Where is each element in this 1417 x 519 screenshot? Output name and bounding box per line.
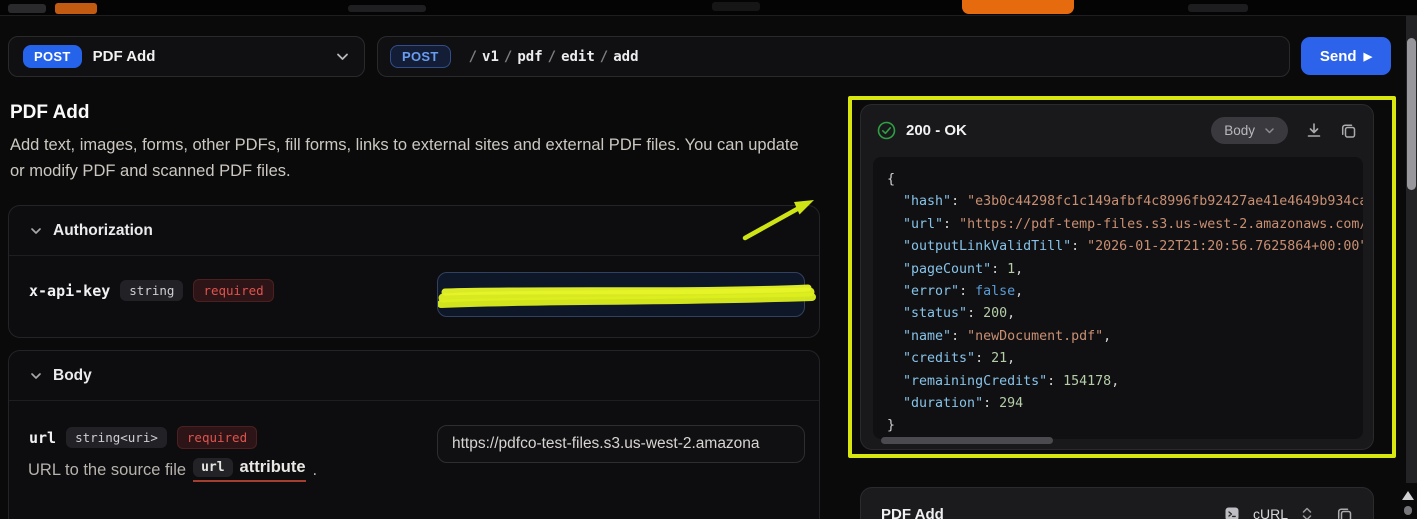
apikey-param-row: x-api-key string required bbox=[29, 279, 274, 302]
app-viewport: POST PDF Add POST / v1/pdf / edit / add Send … bbox=[0, 0, 1417, 519]
body-title: Body bbox=[53, 366, 92, 384]
endpoint-dropdown-label: PDF Add bbox=[92, 48, 156, 65]
response-view-select[interactable]: Body bbox=[1211, 116, 1288, 144]
select-updown-icon[interactable] bbox=[1301, 506, 1313, 519]
description-bold-text: attribute bbox=[239, 458, 306, 476]
copy-icon[interactable] bbox=[1340, 122, 1357, 139]
topbar-nav-fragment bbox=[348, 5, 426, 12]
method-badge: POST bbox=[23, 45, 82, 68]
description-underlined-part: url attribute bbox=[193, 458, 306, 482]
url-param-row: url string<uri> required bbox=[29, 426, 258, 449]
param-name: url bbox=[29, 428, 57, 447]
topbar-nav-fragment bbox=[712, 2, 760, 11]
param-type-badge: string<uri> bbox=[66, 427, 167, 448]
endpoint-url-bar[interactable]: POST / v1/pdf / edit / add bbox=[377, 36, 1290, 77]
scrollbar-up-arrow[interactable] bbox=[1402, 491, 1414, 500]
param-required-badge: required bbox=[193, 279, 274, 302]
authorization-title: Authorization bbox=[53, 221, 153, 239]
description-period: . bbox=[312, 460, 318, 479]
vertical-scrollbar-thumb[interactable] bbox=[1407, 38, 1416, 190]
inline-code: url bbox=[193, 458, 233, 477]
success-check-icon bbox=[877, 121, 896, 140]
param-name: x-api-key bbox=[29, 281, 111, 300]
chevron-down-icon bbox=[29, 224, 43, 238]
send-button[interactable]: Send ▶ bbox=[1301, 37, 1391, 75]
response-header: 200 - OK Body bbox=[861, 105, 1373, 155]
description-text: URL to the source file bbox=[28, 460, 187, 479]
body-header[interactable]: Body bbox=[9, 351, 819, 401]
topbar-orange-fragment bbox=[55, 3, 97, 14]
param-type-badge: string bbox=[120, 280, 184, 301]
url-param-description: URL to the source file url attribute . bbox=[28, 458, 317, 482]
topbar-nav-fragment bbox=[1188, 4, 1248, 12]
topbar-orange-button-fragment[interactable] bbox=[962, 0, 1074, 14]
endpoint-dropdown[interactable]: POST PDF Add bbox=[8, 36, 365, 77]
response-panel: 200 - OK Body { "hash": "e3b0c44298fc1c1… bbox=[860, 104, 1374, 450]
response-status: 200 - OK bbox=[906, 121, 967, 139]
curl-language-icon bbox=[1224, 506, 1240, 519]
page-title: PDF Add bbox=[10, 102, 90, 123]
code-sample-panel: PDF Add cURL bbox=[860, 487, 1374, 519]
endpoint-path: / v1/pdf / edit / add bbox=[468, 48, 639, 65]
authorization-header[interactable]: Authorization bbox=[9, 206, 819, 256]
code-sample-title: PDF Add bbox=[881, 505, 944, 519]
topbar-logo-fragment bbox=[8, 4, 46, 13]
chevron-down-icon bbox=[29, 369, 43, 383]
response-json-code[interactable]: { "hash": "e3b0c44298fc1c149afbf4c8996fb… bbox=[873, 157, 1363, 439]
language-select-label[interactable]: cURL bbox=[1253, 506, 1288, 519]
top-navigation-bar bbox=[0, 0, 1417, 16]
apikey-input[interactable] bbox=[437, 272, 805, 317]
method-badge-ghost: POST bbox=[390, 45, 451, 68]
play-icon: ▶ bbox=[1363, 50, 1373, 63]
download-icon[interactable] bbox=[1305, 121, 1323, 139]
mini-scrollbar-thumb[interactable] bbox=[1404, 506, 1412, 515]
url-input[interactable]: https://pdfco-test-files.s3.us-west-2.am… bbox=[437, 425, 805, 463]
response-view-label: Body bbox=[1224, 122, 1255, 138]
send-button-label: Send bbox=[1319, 47, 1357, 65]
param-required-badge: required bbox=[176, 426, 258, 449]
chevron-down-icon bbox=[335, 49, 350, 64]
page-description: Add text, images, forms, other PDFs, fil… bbox=[10, 136, 799, 180]
copy-icon[interactable] bbox=[1336, 506, 1353, 519]
horizontal-scrollbar-thumb[interactable] bbox=[881, 437, 1053, 444]
